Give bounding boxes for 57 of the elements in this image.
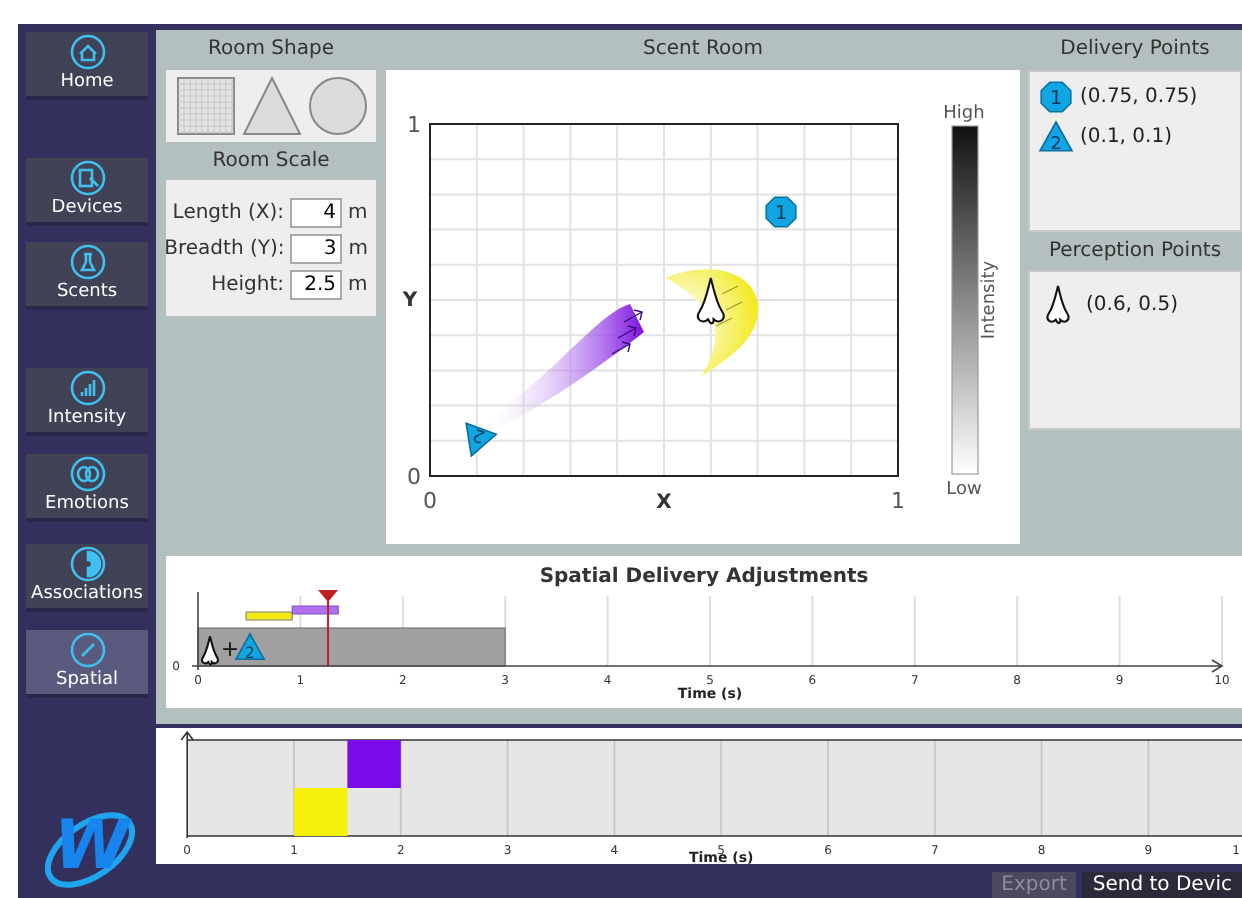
input-field[interactable]: 2.5 xyxy=(290,269,342,299)
triangle-shape-icon[interactable] xyxy=(241,76,301,136)
section-title: Room Scale xyxy=(210,148,332,176)
tick-label: 0 xyxy=(423,488,437,514)
point-coords: (0.1, 0.1) xyxy=(1080,124,1172,152)
triangle-marker[interactable]: 2 xyxy=(1038,120,1074,154)
nav-icon xyxy=(69,244,105,280)
unit-label: m xyxy=(348,199,368,227)
nav-icon xyxy=(69,632,105,668)
tick-label: 1 xyxy=(407,112,421,138)
nav-icon xyxy=(69,370,105,406)
nav-icon xyxy=(69,546,105,582)
section-title: Room Shape xyxy=(206,36,336,64)
section-title: Perception Points xyxy=(1046,238,1224,266)
nav-icon xyxy=(69,160,105,196)
nose-marker[interactable] xyxy=(1046,284,1070,324)
nav-button[interactable]: Home xyxy=(26,32,148,100)
time-cursor[interactable] xyxy=(318,590,339,667)
scale-label: High xyxy=(943,104,985,124)
point-coords: (0.6, 0.5) xyxy=(1086,291,1178,319)
nav-icon xyxy=(69,456,105,492)
section-title: Delivery Points xyxy=(1058,36,1212,64)
action-button[interactable]: Send to Devic xyxy=(1082,872,1242,898)
field-label: Height: xyxy=(211,271,284,299)
field-label: Length (X): xyxy=(172,199,284,227)
scale-label: Low xyxy=(946,480,982,500)
input-field[interactable]: 3 xyxy=(290,233,343,263)
octagon-marker[interactable]: 1 xyxy=(1040,81,1072,113)
triangle-marker[interactable]: 2 xyxy=(465,422,498,458)
delivery-bar[interactable] xyxy=(197,627,506,667)
nose-marker[interactable] xyxy=(696,276,725,325)
axis-label: Y xyxy=(402,290,418,312)
nav-button[interactable]: Emotions xyxy=(26,454,148,522)
nav-button[interactable]: Devices xyxy=(26,158,148,226)
circle-shape-icon[interactable] xyxy=(307,76,367,136)
unit-label: m xyxy=(348,271,368,299)
nose-icon xyxy=(201,635,219,666)
nav-button[interactable]: Scents xyxy=(26,242,148,310)
scent-bar[interactable] xyxy=(291,605,339,615)
scale-label: Intensity xyxy=(980,260,1000,340)
unit-label: m xyxy=(348,235,368,263)
nav-button[interactable]: Intensity xyxy=(26,368,148,436)
tick-label: 0 xyxy=(407,464,421,490)
octagon-marker[interactable]: 1 xyxy=(765,196,797,228)
nav-icon xyxy=(69,34,105,70)
input-field[interactable]: 4 xyxy=(290,197,342,227)
point-coords: (0.75, 0.75) xyxy=(1080,84,1198,112)
scent-bar[interactable] xyxy=(245,611,293,621)
section-title: Scent Room xyxy=(641,36,765,64)
field-label: Breadth (Y): xyxy=(164,235,285,263)
plus-sign: + xyxy=(220,636,240,662)
nav-button[interactable]: Spatial xyxy=(26,630,148,698)
panel-title: Spatial Delivery Adjustments xyxy=(537,564,871,592)
axis-label: X xyxy=(656,492,672,514)
square-shape-icon[interactable] xyxy=(175,76,235,136)
nav-button[interactable]: Associations xyxy=(26,544,148,612)
tick-label: 1 xyxy=(891,488,905,514)
